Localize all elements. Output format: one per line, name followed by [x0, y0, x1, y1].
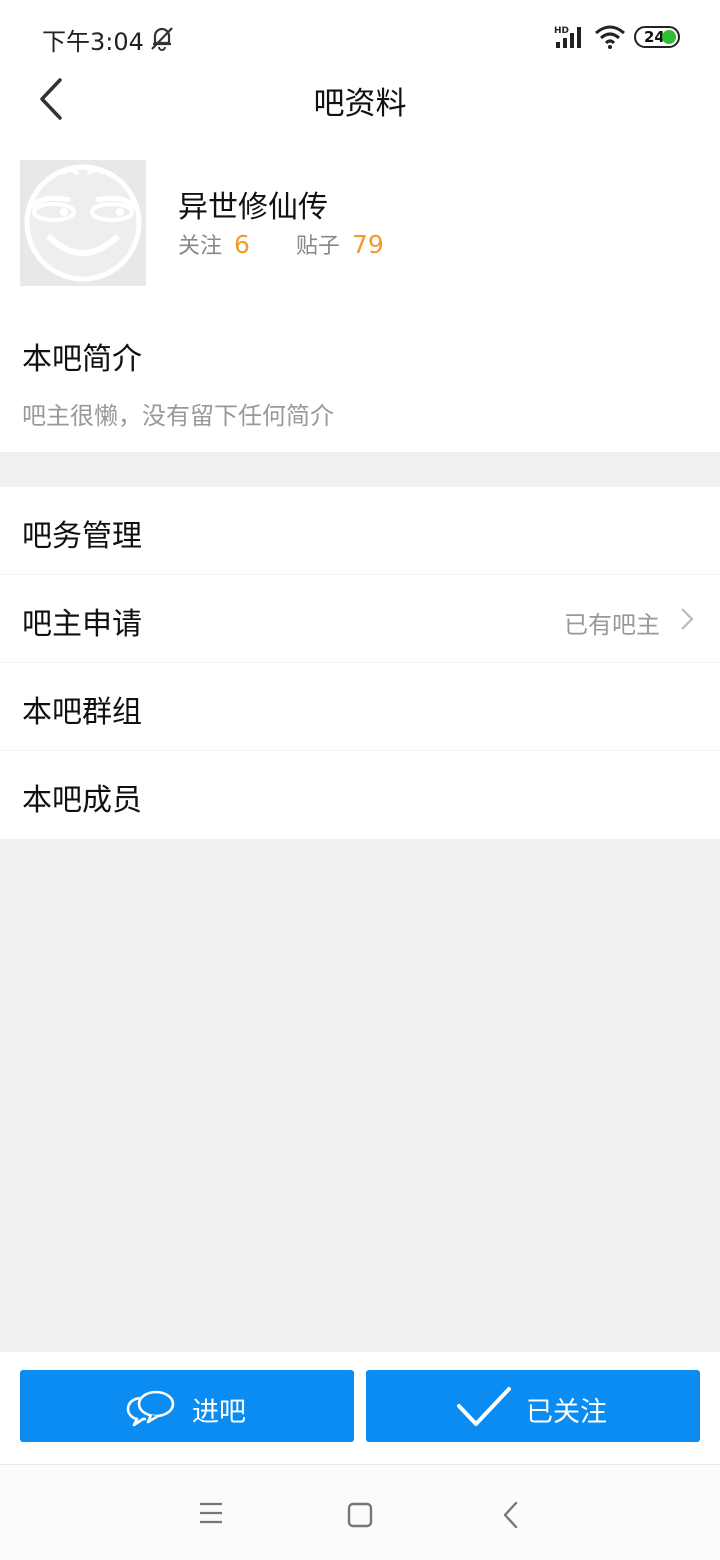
menu-item-label: 吧务管理 — [22, 519, 142, 554]
menu-item-forum-management[interactable]: 吧务管理 — [0, 487, 720, 575]
enter-forum-label: 进吧 — [192, 1397, 246, 1428]
smiley-placeholder-icon — [24, 164, 142, 282]
wifi-icon — [595, 25, 625, 49]
intro-text: 吧主很懒，没有留下任何简介 — [22, 402, 334, 430]
posts-count: 79 — [351, 230, 384, 259]
action-bar: 进吧 已关注 — [0, 1352, 720, 1464]
forum-avatar — [20, 160, 146, 286]
battery-fill — [662, 30, 676, 44]
menu-item-label: 本吧成员 — [22, 783, 142, 818]
system-navigation-bar — [0, 1464, 720, 1560]
menu-item-forum-members[interactable]: 本吧成员 — [0, 751, 720, 839]
status-bar: 下午3:04 HD 24 — [0, 0, 720, 72]
posts-label: 贴子 — [295, 234, 340, 259]
forum-stats: 关注 6 贴子 79 — [178, 228, 384, 260]
follow-label: 关注 — [178, 234, 223, 259]
forum-menu: 吧务管理 吧主申请 已有吧主 本吧群组 本吧成员 — [0, 487, 720, 839]
menu-item-label: 吧主申请 — [22, 607, 142, 642]
battery-icon: 24 — [634, 26, 680, 48]
followed-button[interactable]: 已关注 — [366, 1370, 700, 1442]
chevron-right-icon — [681, 608, 694, 630]
svg-text:HD: HD — [554, 26, 569, 36]
menu-item-label: 本吧群组 — [22, 695, 142, 730]
home-nav-icon[interactable] — [347, 1502, 373, 1528]
forum-name: 异世修仙传 — [178, 190, 328, 225]
signal-hd-icon: HD — [554, 26, 581, 48]
checkmark-icon — [457, 1387, 511, 1426]
followed-label: 已关注 — [526, 1397, 607, 1428]
follow-count: 6 — [234, 230, 250, 259]
menu-item-forum-groups[interactable]: 本吧群组 — [0, 663, 720, 751]
enter-forum-button[interactable]: 进吧 — [20, 1370, 354, 1442]
intro-title: 本吧简介 — [22, 342, 142, 377]
bell-off-icon — [151, 27, 173, 51]
page-title: 吧资料 — [313, 86, 407, 122]
menu-item-value: 已有吧主 — [564, 611, 660, 639]
chat-bubbles-icon — [126, 1390, 175, 1427]
menu-item-moderator-application[interactable]: 吧主申请 已有吧主 — [0, 575, 720, 663]
status-time: 下午3:04 — [42, 28, 144, 56]
back-nav-icon[interactable] — [500, 1501, 522, 1529]
menu-nav-icon[interactable] — [198, 1501, 224, 1525]
